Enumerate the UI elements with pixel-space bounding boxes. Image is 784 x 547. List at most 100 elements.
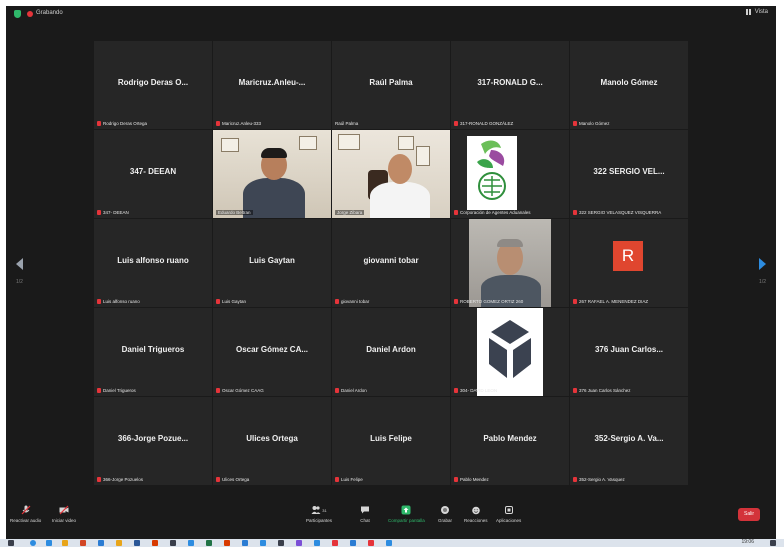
apps-button[interactable]: Aplicaciones (496, 505, 521, 523)
start-video-button[interactable]: Iniciar video (52, 505, 76, 523)
participant-tile[interactable]: 366-Jorge Pozue... 366-Jorge Pozuelos (94, 397, 212, 485)
app-icon[interactable] (368, 540, 374, 546)
next-page-arrow-icon[interactable] (759, 258, 766, 270)
participant-tile[interactable]: Daniel Trigueros Daniel Trigueros (94, 308, 212, 396)
participant-tile[interactable]: R 267 RAFAEL A. MENENDEZ DIAZ (570, 219, 688, 307)
app-icon[interactable] (134, 540, 140, 546)
participant-label: 317-RONALD GONZÁLEZ (454, 121, 513, 126)
app-icon[interactable] (46, 540, 52, 546)
unmute-audio-button[interactable]: Reactivar audio (10, 505, 41, 523)
chat-label: Chat (360, 518, 370, 523)
app-icon[interactable] (260, 540, 266, 546)
participant-tile[interactable]: 376 Juan Carlos... 376 Juan Carlos Sánch… (570, 308, 688, 396)
participant-name: Ulices Ortega (246, 434, 298, 443)
chat-button[interactable]: Chat (360, 505, 370, 523)
participant-tile[interactable]: giovanni tobar giovanni tobar (332, 219, 450, 307)
start-icon[interactable] (8, 540, 14, 546)
view-label: Vista (754, 9, 768, 15)
app-icon[interactable] (242, 540, 248, 546)
participant-video-tile[interactable]: ROBERTO GOMEZ ORTIZ 260 (451, 219, 569, 307)
reactions-button[interactable]: Reacciones (464, 505, 488, 523)
record-button[interactable]: Grabar (438, 505, 452, 523)
participant-tile[interactable]: Raúl Palma Raúl Palma (332, 41, 450, 129)
mic-muted-icon (454, 477, 458, 482)
app-icon[interactable] (278, 540, 284, 546)
apps-label: Aplicaciones (496, 518, 522, 523)
participant-label: Daniel Trigueros (97, 388, 136, 393)
record-icon (441, 506, 449, 514)
participant-label: 322 SERGIO VELASQUEZ VISQUERRA (573, 210, 661, 215)
participant-full-name: 352-Sergio A. Vasquez (579, 477, 625, 482)
participant-tile[interactable]: 317-RONALD G... 317-RONALD GONZÁLEZ (451, 41, 569, 129)
app-icon[interactable] (80, 540, 86, 546)
participant-full-name: 376 Juan Carlos Sánchez (579, 388, 631, 393)
participant-tile[interactable]: Maricruz.Anleu-... Maricruz.Anleu-333 (213, 41, 331, 129)
participant-logo-tile[interactable]: Corporación de Agentes Aduanales (451, 130, 569, 218)
participant-full-name: giovanni tobar (341, 299, 370, 304)
app-icon[interactable] (296, 540, 302, 546)
participant-label: Oscar Gómez CAAG (216, 388, 264, 393)
app-icon[interactable] (224, 540, 230, 546)
participant-tile[interactable]: Manolo Gómez Manolo Gómez (570, 41, 688, 129)
app-icon[interactable] (116, 540, 122, 546)
page-indicator-left: 1/2 (16, 279, 23, 285)
previous-page-arrow-icon[interactable] (16, 258, 23, 270)
participant-label: Pablo Mendez (454, 477, 489, 482)
participant-full-name: Rodrigo Deras Ortega (103, 121, 148, 126)
zoom-app-icon[interactable] (386, 540, 392, 546)
wall-frame (299, 136, 317, 150)
participant-tile[interactable]: 352-Sergio A. Va... 352-Sergio A. Vasque… (570, 397, 688, 485)
participant-tile[interactable]: 347- DEEAN 347- DEEAN (94, 130, 212, 218)
folder-icon[interactable] (62, 540, 68, 546)
participant-full-name: 304- DAVID LEON (460, 388, 498, 393)
participant-name: 376 Juan Carlos... (594, 345, 664, 354)
participant-tile[interactable]: Ulices Ortega Ulices Ortega (213, 397, 331, 485)
participant-name: Luis Gaytan (249, 256, 295, 265)
app-icon[interactable] (206, 540, 212, 546)
participant-video-tile-active-speaker[interactable]: Eduardo Beltran (213, 130, 331, 218)
participant-name: Maricruz.Anleu-... (238, 78, 306, 87)
app-icon[interactable] (350, 540, 356, 546)
participant-name: Manolo Gómez (600, 78, 658, 87)
search-icon[interactable] (30, 540, 36, 546)
participants-icon-group: 31 (311, 505, 327, 515)
participant-tile[interactable]: 322 SERGIO VEL... 322 SERGIO VELASQUEZ V… (570, 130, 688, 218)
participant-full-name: Luis Gaytan (222, 299, 247, 304)
participant-video-tile[interactable]: Jorge Zibara (332, 130, 450, 218)
participant-tile[interactable]: Daniel Ardon Daniel Ardon (332, 308, 450, 396)
participant-logo-tile[interactable]: 304- DAVID LEON (451, 308, 569, 396)
app-icon[interactable] (170, 540, 176, 546)
mic-muted-icon (216, 388, 220, 393)
mic-muted-icon (97, 299, 101, 304)
participant-tile[interactable]: Luis Felipe Luis Felipe (332, 397, 450, 485)
notification-icon[interactable] (770, 540, 776, 546)
view-button[interactable]: Vista (745, 9, 768, 15)
person-head (388, 154, 412, 184)
participant-full-name: Maricruz.Anleu-333 (222, 121, 262, 126)
wall-frame (221, 138, 239, 152)
participant-tile[interactable]: Oscar Gómez CA... Oscar Gómez CAAG (213, 308, 331, 396)
app-icon[interactable] (98, 540, 104, 546)
hexagon-logo-icon (489, 320, 531, 378)
participant-tile[interactable]: Luis alfonso ruano Luis alfonso ruano (94, 219, 212, 307)
participant-tile[interactable]: Luis Gaytan Luis Gaytan (213, 219, 331, 307)
participant-tile[interactable]: Pablo Mendez Pablo Mendez (451, 397, 569, 485)
participant-full-name: Ulices Ortega (222, 477, 250, 482)
participants-button[interactable]: 31 Participantes (306, 505, 332, 523)
share-screen-label: Compartir pantalla (388, 518, 425, 523)
participant-tile[interactable]: Rodrigo Deras O... Rodrigo Deras Ortega (94, 41, 212, 129)
share-screen-button[interactable]: Compartir pantalla (388, 505, 425, 523)
app-icon[interactable] (332, 540, 338, 546)
app-icon[interactable] (188, 540, 194, 546)
security-shield-icon[interactable] (14, 10, 21, 18)
app-icon[interactable] (152, 540, 158, 546)
leave-meeting-button[interactable]: Salir (738, 508, 760, 521)
participant-name: Oscar Gómez CA... (235, 345, 309, 354)
participant-name: Luis alfonso ruano (117, 256, 189, 265)
app-icon[interactable] (314, 540, 320, 546)
hummingbird-logo-icon (477, 140, 506, 200)
participant-full-name: Daniel Ardon (341, 388, 367, 393)
participant-name: 347- DEEAN (129, 167, 177, 176)
participant-label: Luis Felipe (335, 477, 363, 482)
participant-name: 352-Sergio A. Va... (594, 434, 664, 443)
